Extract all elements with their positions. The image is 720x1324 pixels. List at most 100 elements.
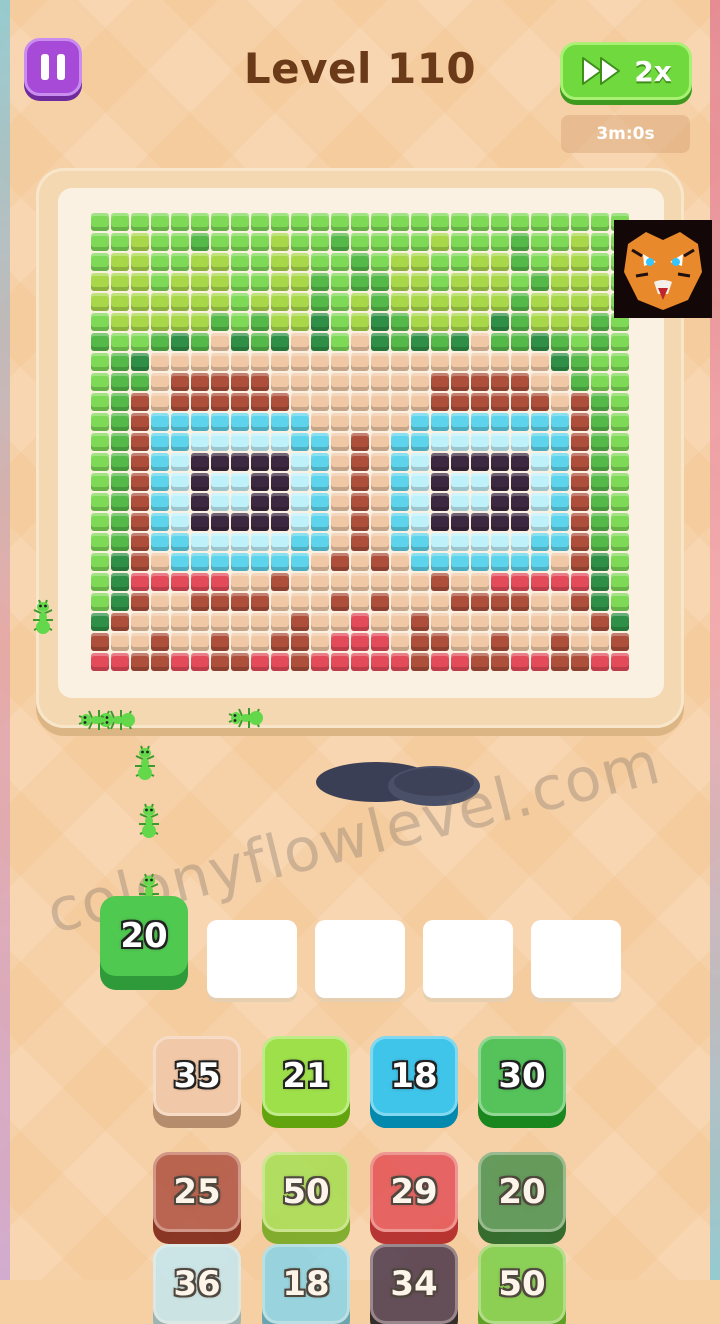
number-tile[interactable]: 36 (153, 1244, 241, 1324)
number-tile[interactable]: 18 (370, 1036, 458, 1116)
pixel-cell (331, 413, 349, 431)
pixel-cell (371, 313, 389, 331)
pixel-cell (191, 413, 209, 431)
pixel-cell (271, 393, 289, 411)
number-tile[interactable]: 35 (153, 1036, 241, 1116)
pixel-cell (271, 233, 289, 251)
pixel-cell (451, 513, 469, 531)
pixel-cell (151, 653, 169, 671)
pixel-cell (531, 473, 549, 491)
pixel-cell (211, 593, 229, 611)
pixel-cell (391, 333, 409, 351)
pixel-cell (351, 353, 369, 371)
held-tile[interactable]: 20 (100, 896, 188, 976)
pixel-cell (151, 313, 169, 331)
number-tile[interactable]: 30 (478, 1036, 566, 1116)
pixel-cell (591, 373, 609, 391)
tiger-icon (614, 220, 712, 318)
pixel-cell (471, 593, 489, 611)
pixel-cell (91, 373, 109, 391)
pixel-cell (431, 613, 449, 631)
number-tile[interactable]: 21 (262, 1036, 350, 1116)
pixel-cell (311, 613, 329, 631)
number-tile[interactable]: 18 (262, 1244, 350, 1324)
pixel-cell (471, 233, 489, 251)
fast-forward-icon (580, 55, 624, 87)
speed-boost-button[interactable]: 2x (560, 42, 692, 100)
pixel-cell (191, 333, 209, 351)
pixel-cell (251, 413, 269, 431)
pixel-cell (191, 653, 209, 671)
pixel-cell (231, 233, 249, 251)
pixel-cell (431, 453, 449, 471)
pixel-cell (271, 533, 289, 551)
pixel-cell (571, 313, 589, 331)
pixel-cell (291, 393, 309, 411)
pixel-cell (431, 253, 449, 271)
pixel-cell (311, 633, 329, 651)
pixel-cell (511, 213, 529, 231)
pixel-cell (551, 293, 569, 311)
pixel-cell (571, 213, 589, 231)
pixel-cell (471, 333, 489, 351)
pixel-cell (291, 613, 309, 631)
pixel-cell (291, 433, 309, 451)
pixel-cell (211, 213, 229, 231)
speed-label: 2x (634, 54, 672, 88)
pixel-cell (411, 553, 429, 571)
pixel-cell (271, 313, 289, 331)
pixel-cell (211, 653, 229, 671)
pixel-cell (451, 453, 469, 471)
pixel-cell (151, 533, 169, 551)
pixel-cell (511, 353, 529, 371)
pixel-cell (171, 653, 189, 671)
pixel-cell (591, 273, 609, 291)
pixel-cell (131, 473, 149, 491)
pixel-cell (531, 453, 549, 471)
pixel-cell (571, 533, 589, 551)
pixel-cell (91, 433, 109, 451)
tile-number: 29 (390, 1172, 438, 1212)
pixel-cell (431, 553, 449, 571)
pixel-cell (571, 433, 589, 451)
pixel-cell (291, 293, 309, 311)
pixel-cell (191, 513, 209, 531)
number-tile[interactable]: 50 (478, 1244, 566, 1324)
pixel-cell (511, 613, 529, 631)
pixel-cell (531, 633, 549, 651)
pixel-cell (211, 453, 229, 471)
pixel-cell (531, 353, 549, 371)
pixel-cell (311, 493, 329, 511)
pixel-cell (211, 413, 229, 431)
pixel-cell (231, 633, 249, 651)
pixel-cell (251, 393, 269, 411)
number-tile[interactable]: 20 (478, 1152, 566, 1232)
pixel-cell (591, 333, 609, 351)
pixel-cell (131, 273, 149, 291)
pixel-cell (191, 473, 209, 491)
number-tile[interactable]: 29 (370, 1152, 458, 1232)
pixel-cell (591, 393, 609, 411)
pixel-cell (131, 653, 149, 671)
pixel-cell (311, 533, 329, 551)
pixel-cell (551, 493, 569, 511)
pixel-cell (111, 413, 129, 431)
pixel-cell (131, 353, 149, 371)
pixel-cell (511, 373, 529, 391)
pixel-cell (351, 653, 369, 671)
pixel-cell (91, 233, 109, 251)
pixel-cell (531, 593, 549, 611)
pixel-cell (371, 413, 389, 431)
pixel-cell (171, 593, 189, 611)
number-tile[interactable]: 34 (370, 1244, 458, 1324)
pixel-cell (411, 493, 429, 511)
number-tile[interactable]: 50 (262, 1152, 350, 1232)
number-tile[interactable]: 25 (153, 1152, 241, 1232)
pixel-cell (311, 293, 329, 311)
pixel-cell (611, 653, 629, 671)
pixel-cell (491, 653, 509, 671)
pixel-cell (411, 373, 429, 391)
pixel-cell (491, 373, 509, 391)
pixel-cell (191, 553, 209, 571)
pixel-cell (371, 333, 389, 351)
